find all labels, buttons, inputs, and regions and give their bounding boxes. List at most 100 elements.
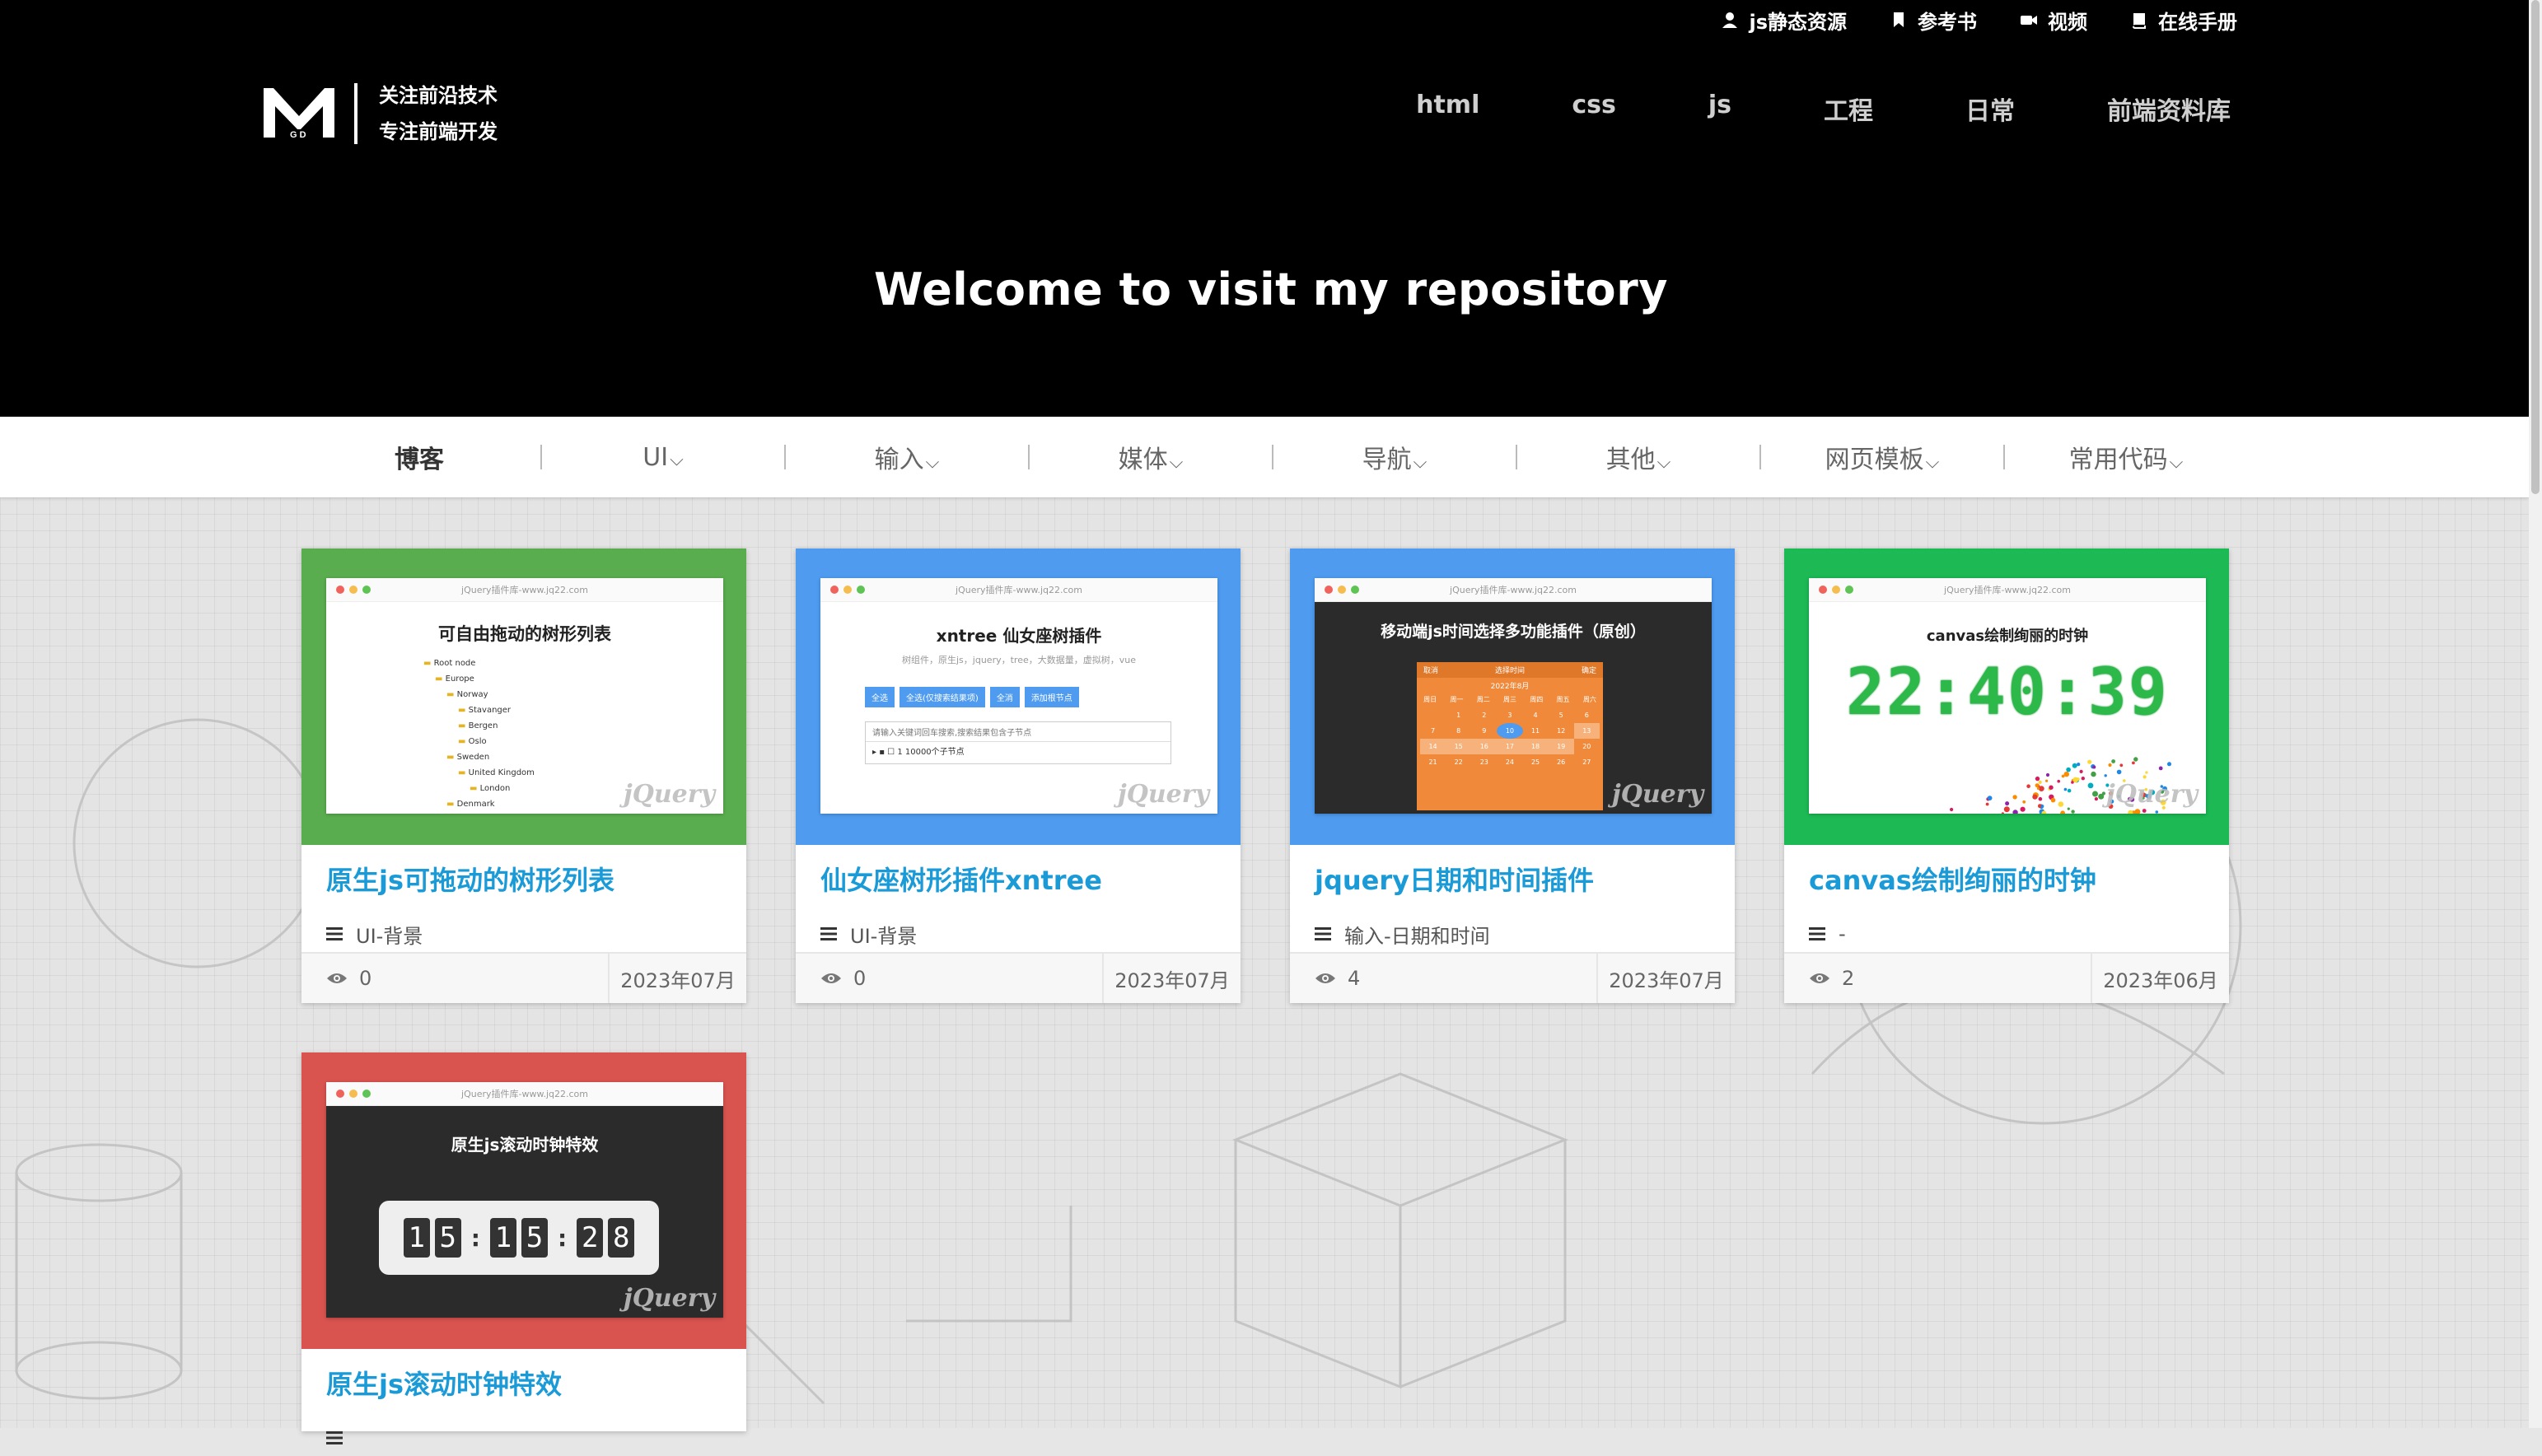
card-thumbnail[interactable]: jQuery插件库-www.jq22.com canvas绘制绚丽的时钟 22:… <box>1784 548 2229 845</box>
tree-node-label: United Kingdom <box>468 768 535 777</box>
resource-card[interactable]: jQuery插件库-www.jq22.com 可自由拖动的树形列表 ▬ Root… <box>301 548 746 1003</box>
browser-bar: jQuery插件库-www.jq22.com <box>326 578 723 602</box>
category-tab-label: 媒体 <box>1118 446 1168 474</box>
calendar-day: 10 <box>1497 723 1523 739</box>
category-tab[interactable]: 博客 <box>298 439 540 475</box>
folder-icon: ▬ <box>446 753 457 762</box>
category-tab-label: 博客 <box>395 446 444 474</box>
topbar-link-reference-books[interactable]: 参考书 <box>1890 6 1977 35</box>
card-title[interactable]: canvas绘制绚丽的时钟 <box>1784 845 2229 901</box>
card-thumbnail[interactable]: jQuery插件库-www.jq22.com xntree 仙女座树插件 树组件… <box>796 548 1241 845</box>
card-title[interactable]: 原生js可拖动的树形列表 <box>301 845 746 901</box>
view-count: 2 <box>1784 954 2091 1003</box>
eye-icon <box>821 973 841 983</box>
preview-heading: 可自由拖动的树形列表 <box>438 624 611 644</box>
category-tab[interactable]: 常用代码⌵ <box>2005 439 2247 475</box>
calendar-day: 16 <box>1471 739 1498 754</box>
views-value: 0 <box>359 967 372 990</box>
card-title[interactable]: 仙女座树形插件xntree <box>796 845 1241 901</box>
card-title[interactable]: jquery日期和时间插件 <box>1290 845 1735 901</box>
resource-card[interactable]: jQuery插件库-www.jq22.com 原生js滚动时钟特效 15:15:… <box>301 1052 746 1444</box>
particle-dot <box>2128 810 2133 814</box>
scrollbar-thumb[interactable] <box>2531 0 2540 494</box>
card-date: 2023年07月 <box>608 954 746 1003</box>
preview-url: jQuery插件库-www.jq22.com <box>1944 585 2071 595</box>
category-tab[interactable]: 导航⌵ <box>1273 439 1516 475</box>
resource-card[interactable]: jQuery插件库-www.jq22.com xntree 仙女座树插件 树组件… <box>796 548 1241 1003</box>
preview-subheading: 树组件，原生js，jquery，tree，大数据量，虚拟树，vue <box>902 655 1136 665</box>
site-logo[interactable]: G D 关注前沿技术 专注前端开发 <box>262 77 498 150</box>
chevron-down-icon: ⌵ <box>670 449 684 470</box>
nav-item-frontend-library[interactable]: 前端资料库 <box>2107 91 2231 127</box>
card-thumbnail[interactable]: jQuery插件库-www.jq22.com 原生js滚动时钟特效 15:15:… <box>301 1052 746 1349</box>
tree-node-label: Europe <box>445 674 474 684</box>
category-tab[interactable]: 输入⌵ <box>786 439 1028 475</box>
preview-button: 添加根节点 <box>1024 687 1079 707</box>
preview-url: jQuery插件库-www.jq22.com <box>461 585 588 595</box>
calendar-weekdays: 周日 周一 周二 周三 周四 周五 周六 <box>1417 693 1603 706</box>
nav-item-engineering[interactable]: 工程 <box>1824 91 1873 127</box>
topbar-link-videos[interactable]: 视频 <box>2020 6 2087 35</box>
resource-card[interactable]: jQuery插件库-www.jq22.com canvas绘制绚丽的时钟 22:… <box>1784 548 2229 1003</box>
topbar-link-online-manual[interactable]: 在线手册 <box>2130 6 2237 35</box>
topbar-link-static-resources[interactable]: js静态资源 <box>1721 6 1847 35</box>
jquery-watermark: jQuery <box>2105 780 2198 809</box>
category-tab[interactable]: 网页模板⌵ <box>1761 439 2003 475</box>
calendar-day: 23 <box>1479 758 1488 766</box>
nav-item-js[interactable]: js <box>1708 91 1731 127</box>
site-header: G D 关注前沿技术 专注前端开发 html css js 工程 日常 前端资料… <box>0 40 2542 417</box>
jquery-watermark: jQuery <box>1117 780 1209 809</box>
folder-icon: ▬ <box>458 768 469 777</box>
particle-dot <box>2104 774 2107 777</box>
resource-card[interactable]: jQuery插件库-www.jq22.com 移动端js时间选择多功能插件（原创… <box>1290 548 1735 1003</box>
calendar-day: 9 <box>1482 727 1487 735</box>
calendar-weekday: 周二 <box>1476 696 1490 703</box>
card-title[interactable]: 原生js滚动时钟特效 <box>301 1349 746 1405</box>
eye-icon <box>327 973 347 983</box>
particle-dot <box>1950 807 1954 812</box>
jquery-watermark: jQuery <box>623 1284 715 1313</box>
menu-icon <box>1809 927 1825 940</box>
category-tab-label: UI <box>643 442 669 472</box>
calendar-day: 18 <box>1522 739 1549 754</box>
preview-body: xntree 仙女座树插件 树组件，原生js，jquery，tree，大数据量，… <box>820 601 1217 814</box>
preview-heading: xntree 仙女座树插件 <box>936 626 1102 646</box>
tree-node: ▬ Europe <box>423 671 535 687</box>
preview-heading: 原生js滚动时钟特效 <box>451 1135 599 1155</box>
particle-dot <box>2142 809 2147 813</box>
preview-buttons: 全选 全选(仅搜索结果项) 全消 添加根节点 <box>865 687 1079 707</box>
views-value: 4 <box>1348 967 1361 990</box>
category-tab[interactable]: 其他⌵ <box>1517 439 1759 475</box>
card-thumbnail[interactable]: jQuery插件库-www.jq22.com 移动端js时间选择多功能插件（原创… <box>1290 548 1735 845</box>
preview-heading: 移动端js时间选择多功能插件（原创） <box>1381 623 1646 641</box>
card-footer: 0 2023年07月 <box>301 952 746 1003</box>
card-category: 输入-日期和时间 <box>1290 901 1735 952</box>
calendar-day: 1 <box>1456 712 1461 719</box>
nav-item-css[interactable]: css <box>1572 91 1616 127</box>
topbar-link-label: 在线手册 <box>2158 10 2237 34</box>
category-bar: 博客 UI⌵ 输入⌵ 媒体⌵ 导航⌵ 其他⌵ 网页模板⌵ 常用代码⌵ <box>0 417 2529 497</box>
nav-item-daily[interactable]: 日常 <box>1965 91 2015 127</box>
particle-dot <box>2092 765 2096 769</box>
particle-dot <box>2063 771 2069 777</box>
particle-dot <box>2022 800 2026 804</box>
card-thumbnail[interactable]: jQuery插件库-www.jq22.com 可自由拖动的树形列表 ▬ Root… <box>301 548 746 845</box>
preview-button: 全选 <box>865 687 895 707</box>
tree-node: ▬ Manchester <box>423 812 535 814</box>
particle-dot <box>2098 793 2105 800</box>
nav-item-html[interactable]: html <box>1416 91 1479 127</box>
calendar-blank <box>1420 707 1446 723</box>
category-tab[interactable]: 媒体⌵ <box>1030 439 1272 475</box>
folder-icon: ▬ <box>446 800 457 809</box>
eye-icon <box>1315 973 1335 983</box>
category-label: UI-背景 <box>356 924 423 948</box>
preview-body: canvas绘制绚丽的时钟 22:40:39 jQuery <box>1809 601 2206 814</box>
calendar-weekday: 周三 <box>1502 696 1516 703</box>
folder-icon: ▬ <box>458 737 469 746</box>
category-tab[interactable]: UI⌵ <box>542 443 784 472</box>
page-scrollbar[interactable] <box>2529 0 2542 1428</box>
particle-dot <box>2063 787 2068 791</box>
calendar-day: 24 <box>1505 758 1515 766</box>
card-date: 2023年06月 <box>2091 954 2229 1003</box>
logo-divider <box>354 83 357 144</box>
